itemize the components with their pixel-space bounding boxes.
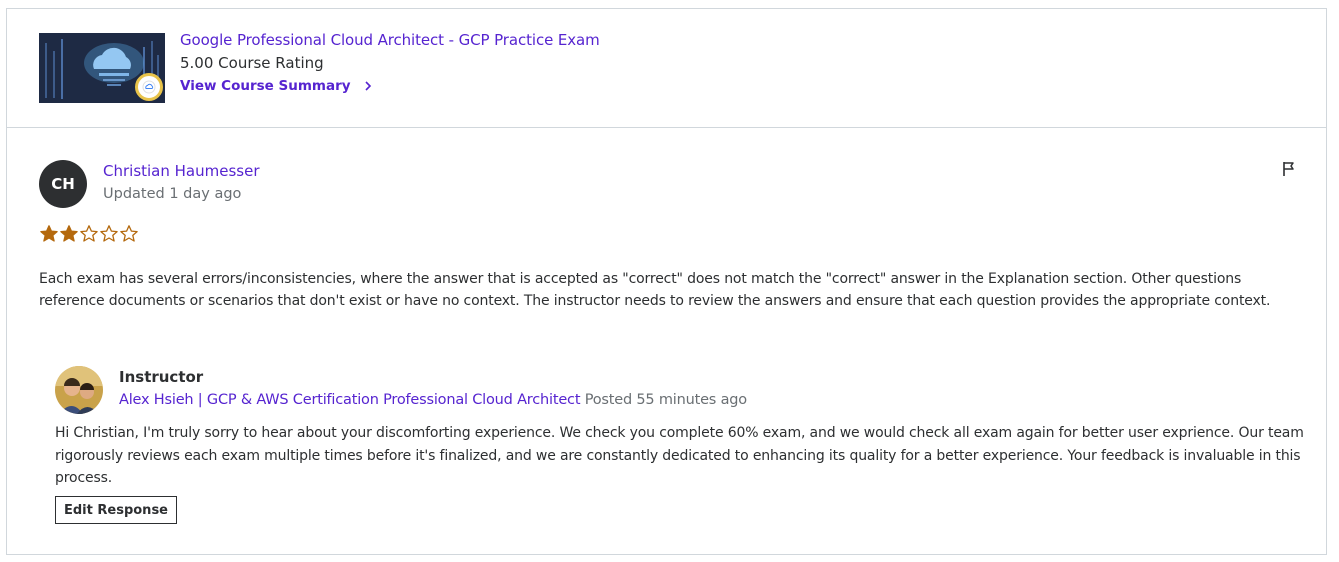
course-rating: 5.00 Course Rating — [180, 54, 324, 72]
response-text: Hi Christian, I'm truly sorry to hear ab… — [55, 425, 1304, 486]
review-text: Each exam has several errors/inconsisten… — [39, 271, 1271, 309]
view-course-summary-label: View Course Summary — [180, 78, 351, 94]
reviewer-name-link[interactable]: Christian Haumesser — [103, 162, 260, 180]
response-timestamp: Posted 55 minutes ago — [584, 392, 747, 408]
view-course-summary-link[interactable]: View Course Summary — [180, 78, 373, 94]
instructor-name-link[interactable]: Alex Hsieh | GCP & AWS Certification Pro… — [119, 392, 581, 408]
review-timestamp: Updated 1 day ago — [103, 186, 242, 202]
star-rating — [39, 224, 139, 244]
instructor-role: Instructor — [119, 368, 204, 386]
reviewer-avatar: CH — [39, 160, 87, 208]
star-empty-icon — [99, 224, 119, 244]
review: CH Christian Haumesser Updated 1 day ago… — [7, 128, 1326, 556]
flag-icon[interactable] — [1280, 160, 1298, 178]
course-thumbnail[interactable] — [39, 33, 165, 103]
star-empty-icon — [119, 224, 139, 244]
instructor-avatar — [55, 366, 103, 414]
chevron-right-icon — [363, 80, 373, 92]
edit-response-button[interactable]: Edit Response — [55, 496, 177, 524]
star-filled-icon — [59, 224, 79, 244]
instructor-info: Alex Hsieh | GCP & AWS Certification Pro… — [119, 392, 747, 408]
star-empty-icon — [79, 224, 99, 244]
certification-badge-icon — [135, 73, 163, 101]
course-title-link[interactable]: Google Professional Cloud Architect - GC… — [180, 31, 600, 49]
review-card: Google Professional Cloud Architect - GC… — [6, 8, 1327, 555]
course-header: Google Professional Cloud Architect - GC… — [7, 9, 1326, 128]
star-filled-icon — [39, 224, 59, 244]
